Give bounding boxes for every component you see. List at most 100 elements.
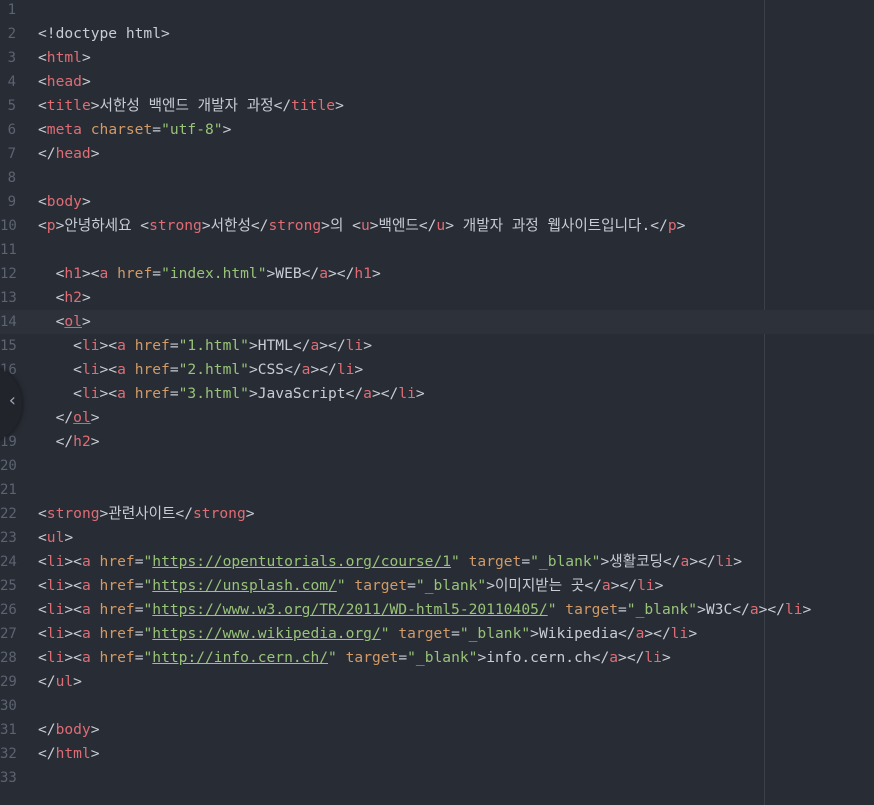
code-token: head (46, 73, 82, 90)
code-token: li (46, 649, 65, 666)
code-token: > (90, 721, 100, 738)
code-token: a (363, 385, 372, 402)
code-text[interactable]: <li><a href="https://www.wikipedia.org/"… (38, 622, 697, 646)
line-number: 5 (7, 98, 16, 114)
code-token: body (46, 193, 82, 210)
line-number: 30 (0, 698, 17, 714)
code-token: href (134, 385, 170, 402)
code-line[interactable]: 6 <meta charset="utf-8"> (0, 118, 874, 142)
code-line[interactable]: 19 </h2> (0, 430, 874, 454)
code-line[interactable]: 17 <li><a href="3.html">JavaScript</a></… (0, 382, 874, 406)
code-line[interactable]: 22 <strong>관련사이트</strong> (0, 502, 874, 526)
code-line[interactable]: 32 </html> (0, 742, 874, 766)
code-token: a (601, 577, 611, 594)
code-token: < (38, 553, 47, 570)
code-token: > (245, 505, 255, 522)
code-token: "utf-8" (161, 121, 223, 138)
code-text[interactable]: <body> (38, 190, 91, 214)
code-line[interactable]: 16 <li><a href="2.html">CSS</a></li> (0, 358, 874, 382)
code-line[interactable]: 12 <h1><a href="index.html">WEB</a></h1> (0, 262, 874, 286)
code-token: li (715, 553, 734, 570)
code-token: href (99, 649, 135, 666)
code-token: >< (64, 553, 82, 570)
code-text[interactable]: <meta charset="utf-8"> (38, 118, 231, 142)
code-text[interactable]: <head> (38, 70, 91, 94)
code-line[interactable]: 21 (0, 478, 874, 502)
code-token: </ (38, 409, 74, 426)
code-token: " (143, 601, 153, 618)
code-line[interactable]: 8 (0, 166, 874, 190)
code-text[interactable]: </ul> (38, 670, 82, 694)
code-text[interactable]: <li><a href="2.html">CSS</a></li> (38, 358, 363, 382)
code-token: < (38, 73, 47, 90)
code-line[interactable]: 15 <li><a href="1.html">HTML</a></li> (0, 334, 874, 358)
code-line[interactable]: 4 <head> (0, 70, 874, 94)
code-token: >W3C</ (697, 601, 750, 618)
code-line[interactable]: 30 (0, 694, 874, 718)
code-token: = (618, 601, 627, 618)
code-line[interactable]: 11 (0, 238, 874, 262)
code-text[interactable]: <ol> (38, 310, 91, 334)
code-text[interactable]: <!doctype html> (38, 22, 170, 46)
code-text[interactable]: <ul> (38, 526, 73, 550)
code-text[interactable]: <li><a href="https://www.w3.org/TR/2011/… (38, 598, 811, 622)
code-line[interactable]: 23 <ul> (0, 526, 874, 550)
code-text[interactable]: </body> (38, 718, 100, 742)
code-token: >관련사이트</ (99, 505, 194, 522)
code-line[interactable]: 27 <li><a href="https://www.wikipedia.org… (0, 622, 874, 646)
code-line[interactable]: 7 </head> (0, 142, 874, 166)
code-text[interactable]: </head> (38, 142, 100, 166)
code-text[interactable]: <strong>관련사이트</strong> (38, 502, 255, 526)
code-line[interactable]: 14 <ol> (0, 310, 874, 334)
code-line[interactable]: 18 </ol> (0, 406, 874, 430)
code-token: ></ (371, 385, 399, 402)
code-token: " (328, 649, 337, 666)
code-token: > (371, 265, 381, 282)
code-token: a (117, 337, 126, 354)
code-text[interactable]: <title>서한성 백엔드 개발자 과정</title> (38, 94, 344, 118)
code-line[interactable]: 3 <html> (0, 46, 874, 70)
code-text[interactable]: <p>안녕하세요 <strong>서한성</strong>의 <u>백엔드</u… (38, 214, 685, 238)
code-editor[interactable]: 1 2 <!doctype html> 3 <html> 4 <head> 5 <title>서… (0, 0, 874, 805)
code-text[interactable]: <li><a href="https://opentutorials.org/c… (38, 550, 742, 574)
code-line[interactable]: 20 (0, 454, 874, 478)
code-token: > (676, 217, 686, 234)
code-text[interactable]: <li><a href="3.html">JavaScript</a></li> (38, 382, 425, 406)
code-line[interactable]: 5 <title>서한성 백엔드 개발자 과정</title> (0, 94, 874, 118)
code-token: li (46, 625, 65, 642)
code-text[interactable]: <li><a href="1.html">HTML</a></li> (38, 334, 372, 358)
code-line[interactable]: 33 (0, 766, 874, 790)
code-token: a (81, 625, 91, 642)
code-text[interactable]: <li><a href="http://info.cern.ch/" targe… (38, 646, 671, 670)
code-token: = (169, 337, 179, 354)
code-token: = (169, 385, 179, 402)
code-line[interactable]: 10 <p>안녕하세요 <strong>서한성</strong>의 <u>백엔드<… (0, 214, 874, 238)
code-line[interactable]: 1 (0, 0, 874, 22)
code-token: href (134, 337, 170, 354)
code-text[interactable]: </h2> (38, 430, 100, 454)
code-token: < (38, 625, 47, 642)
code-text[interactable]: </ol> (38, 406, 100, 430)
code-line[interactable]: 31 </body> (0, 718, 874, 742)
code-text[interactable]: <li><a href="https://unsplash.com/" targ… (38, 574, 663, 598)
code-line[interactable]: 24 <li><a href="https://opentutorials.org… (0, 550, 874, 574)
line-number: 7 (7, 146, 16, 162)
code-line[interactable]: 29 </ul> (0, 670, 874, 694)
code-text[interactable]: <html> (38, 46, 91, 70)
code-line[interactable]: 28 <li><a href="http://info.cern.ch/" tar… (0, 646, 874, 670)
code-token: target (345, 649, 399, 666)
code-token: h1 (64, 265, 82, 282)
code-line[interactable]: 2 <!doctype html> (0, 22, 874, 46)
code-token: > (81, 73, 91, 90)
code-line[interactable]: 25 <li><a href="https://unsplash.com/" ta… (0, 574, 874, 598)
code-line[interactable]: 13 <h2> (0, 286, 874, 310)
code-text[interactable]: <h1><a href="index.html">WEB</a></h1> (38, 262, 381, 286)
code-text[interactable]: </html> (38, 742, 100, 766)
code-line[interactable]: 9 <body> (0, 190, 874, 214)
code-text[interactable]: <h2> (38, 286, 91, 310)
code-token: > (81, 289, 91, 306)
code-line[interactable]: 26 <li><a href="https://www.w3.org/TR/201… (0, 598, 874, 622)
